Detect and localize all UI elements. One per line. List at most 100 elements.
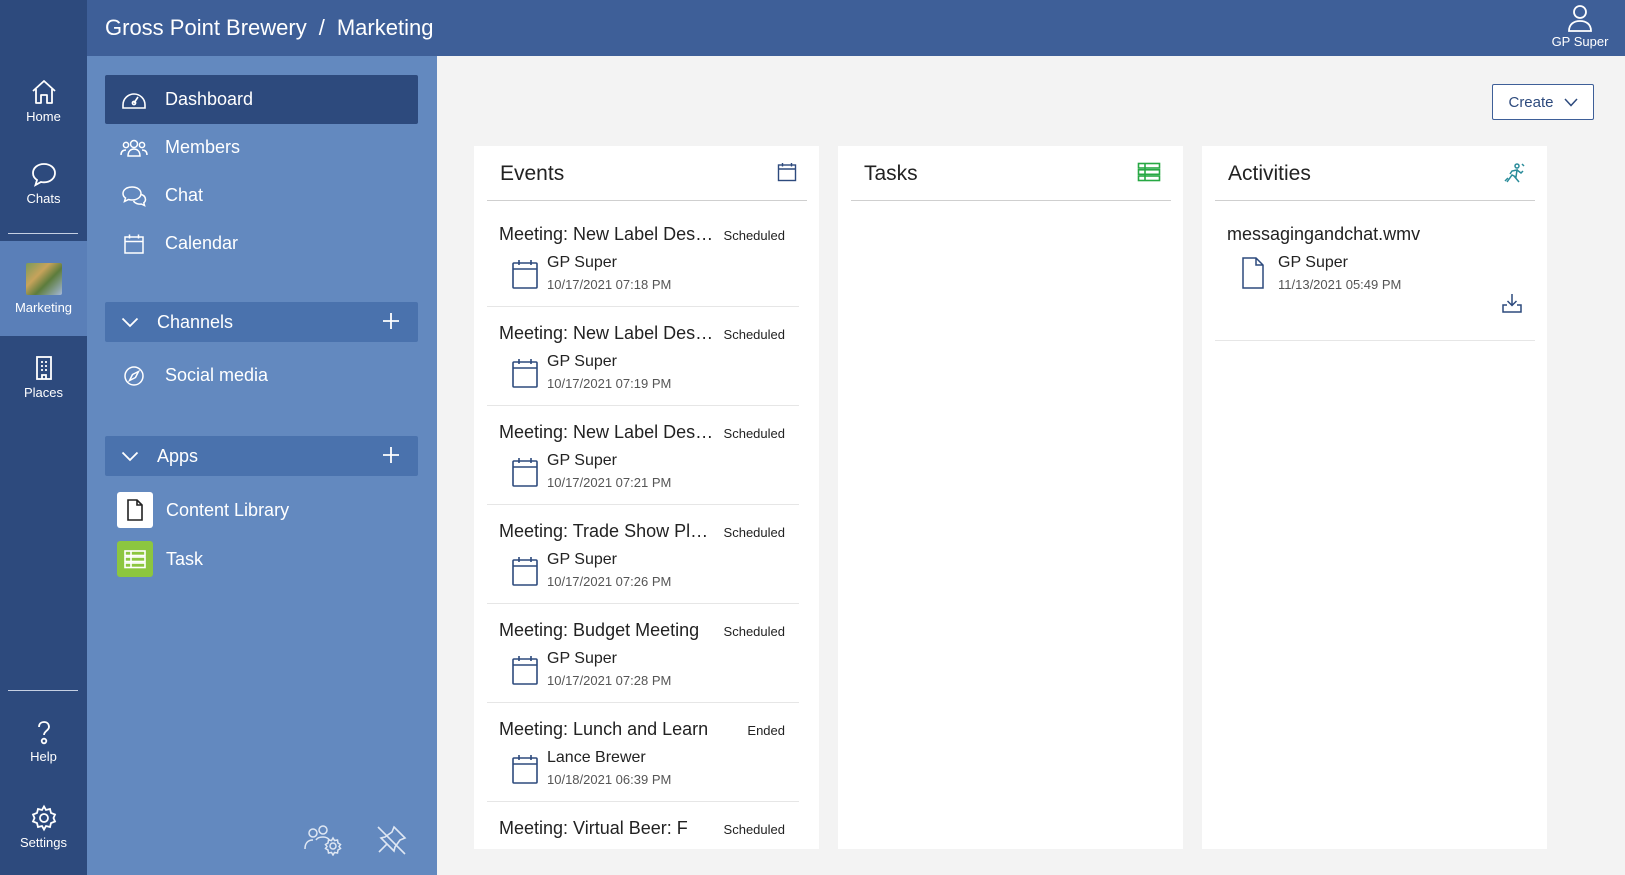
calendar-icon xyxy=(512,359,538,388)
event-date: 10/18/2021 06:39 PM xyxy=(547,772,672,787)
user-icon xyxy=(1568,5,1592,32)
calendar-icon xyxy=(512,557,538,586)
chevron-down-icon xyxy=(121,317,147,328)
event-title: Meeting: New Label Design xyxy=(499,323,714,343)
activity-date: 11/13/2021 05:49 PM xyxy=(1278,277,1402,292)
add-channel-icon[interactable] xyxy=(380,310,402,337)
activity-title: messagingandchat.wmv xyxy=(1227,224,1421,244)
marketing-avatar xyxy=(25,263,62,295)
event-title: Meeting: Lunch and Learn xyxy=(499,719,709,739)
sidebar-item-label: Social media xyxy=(165,365,269,385)
event-list-item[interactable]: Meeting: New Label Design Scheduled GP S… xyxy=(487,307,799,406)
event-list-item[interactable]: Meeting: Lunch and Learn Ended Lance Bre… xyxy=(487,703,799,802)
calendar-icon xyxy=(512,260,538,289)
event-date: 10/17/2021 07:26 PM xyxy=(547,574,672,589)
rail-divider-bottom xyxy=(8,690,78,691)
event-status: Scheduled xyxy=(723,426,785,441)
download-icon[interactable] xyxy=(1501,292,1523,319)
channels-section-header[interactable]: Channels xyxy=(105,302,418,342)
task-list-icon[interactable] xyxy=(1137,162,1161,187)
event-title: Meeting: Budget Meeting xyxy=(499,620,700,640)
tasks-panel-header: Tasks xyxy=(851,146,1171,201)
sidebar-item-task[interactable]: Task xyxy=(117,540,203,578)
rail-places-label: Places xyxy=(23,385,64,400)
chat-icon xyxy=(113,185,155,207)
activities-panel-header: Activities xyxy=(1215,146,1535,201)
chevron-down-icon xyxy=(121,451,147,462)
dashboard-main: Create Events Meeting: New Label Design … xyxy=(437,56,1625,875)
event-list-item[interactable]: Meeting: Trade Show Planning Scheduled G… xyxy=(487,505,799,604)
event-title: Meeting: New Label Design xyxy=(499,224,714,244)
sidebar-item-chat[interactable]: Chat xyxy=(105,171,418,220)
event-status: Scheduled xyxy=(723,327,785,342)
rail-home[interactable]: Home xyxy=(0,78,87,124)
apps-label: Apps xyxy=(157,445,199,466)
manage-members-icon[interactable] xyxy=(303,824,343,861)
event-list-item[interactable]: Meeting: Budget Meeting Scheduled GP Sup… xyxy=(487,604,799,703)
rail-divider xyxy=(8,233,78,234)
sidebar-item-label: Calendar xyxy=(165,233,239,253)
breadcrumb-group[interactable]: Marketing xyxy=(337,15,434,40)
user-name: GP Super xyxy=(1551,34,1609,49)
event-date: 10/17/2021 07:21 PM xyxy=(547,475,672,490)
compass-icon xyxy=(113,365,155,387)
calendar-icon xyxy=(512,656,538,685)
sidebar-item-label: Members xyxy=(165,137,241,157)
event-date: 10/17/2021 07:28 PM xyxy=(547,673,672,688)
chat-bubble-icon xyxy=(31,163,56,187)
app-label: Task xyxy=(166,548,204,569)
event-owner: GP Super xyxy=(547,452,617,469)
channels-label: Channels xyxy=(157,311,234,332)
rail-marketing-label: Marketing xyxy=(14,300,73,315)
sidebar-item-dashboard[interactable]: Dashboard xyxy=(105,75,418,124)
activities-panel: Activities messagingandchat.wmv GP Super… xyxy=(1202,146,1547,849)
rail-chats-label: Chats xyxy=(26,191,61,206)
events-panel: Events Meeting: New Label Design Schedul… xyxy=(474,146,819,849)
top-bar: Gross Point Brewery / Marketing GP Super xyxy=(87,0,1625,56)
add-app-icon[interactable] xyxy=(380,444,402,471)
home-icon xyxy=(31,80,56,104)
event-title: Meeting: Virtual Beer: F xyxy=(499,818,688,838)
create-button[interactable]: Create xyxy=(1492,84,1594,120)
activity-icon[interactable] xyxy=(1503,162,1525,189)
activity-list-item[interactable]: messagingandchat.wmv GP Super 11/13/2021… xyxy=(1215,208,1535,341)
members-icon xyxy=(113,138,155,158)
event-owner: GP Super xyxy=(547,254,617,271)
create-label: Create xyxy=(1508,93,1554,111)
calendar-icon xyxy=(512,458,538,487)
tasks-panel: Tasks xyxy=(838,146,1183,849)
event-list-item[interactable]: Meeting: New Label Design Scheduled GP S… xyxy=(487,406,799,505)
calendar-icon xyxy=(113,233,155,255)
sidebar-item-calendar[interactable]: Calendar xyxy=(105,219,418,268)
sidebar-item-content-library[interactable]: Content Library xyxy=(117,491,289,529)
calendar-icon[interactable] xyxy=(777,162,797,187)
event-list-item[interactable]: Meeting: New Label Design Scheduled GP S… xyxy=(487,208,799,307)
calendar-icon xyxy=(512,755,538,784)
dashboard-icon xyxy=(113,89,155,111)
event-owner: GP Super xyxy=(547,551,617,568)
event-status: Scheduled xyxy=(723,624,785,639)
rail-settings[interactable]: Settings xyxy=(0,804,87,850)
breadcrumb-org[interactable]: Gross Point Brewery xyxy=(105,15,307,40)
activity-owner: GP Super xyxy=(1278,254,1348,271)
rail-help[interactable]: Help xyxy=(0,718,87,764)
event-title: Meeting: New Label Design xyxy=(499,422,714,442)
unpin-icon[interactable] xyxy=(375,824,409,861)
help-icon xyxy=(37,721,50,745)
rail-home-label: Home xyxy=(26,109,61,124)
event-status: Scheduled xyxy=(723,822,785,837)
rail-marketing[interactable]: Marketing xyxy=(0,241,87,336)
apps-section-header[interactable]: Apps xyxy=(105,436,418,476)
rail-help-label: Help xyxy=(30,749,57,764)
building-icon xyxy=(35,356,52,380)
sidebar-item-social-media[interactable]: Social media xyxy=(105,351,418,400)
activities-title: Activities xyxy=(1228,162,1311,185)
event-owner: Lance Brewer xyxy=(547,749,646,766)
rail-places[interactable]: Places xyxy=(0,354,87,400)
user-menu[interactable]: GP Super xyxy=(1549,3,1611,49)
event-date: 10/17/2021 07:19 PM xyxy=(547,376,672,391)
event-list-item[interactable]: Meeting: Virtual Beer: F Scheduled xyxy=(487,802,799,849)
document-icon xyxy=(117,492,153,528)
rail-chats[interactable]: Chats xyxy=(0,160,87,206)
sidebar-item-members[interactable]: Members xyxy=(105,123,418,172)
